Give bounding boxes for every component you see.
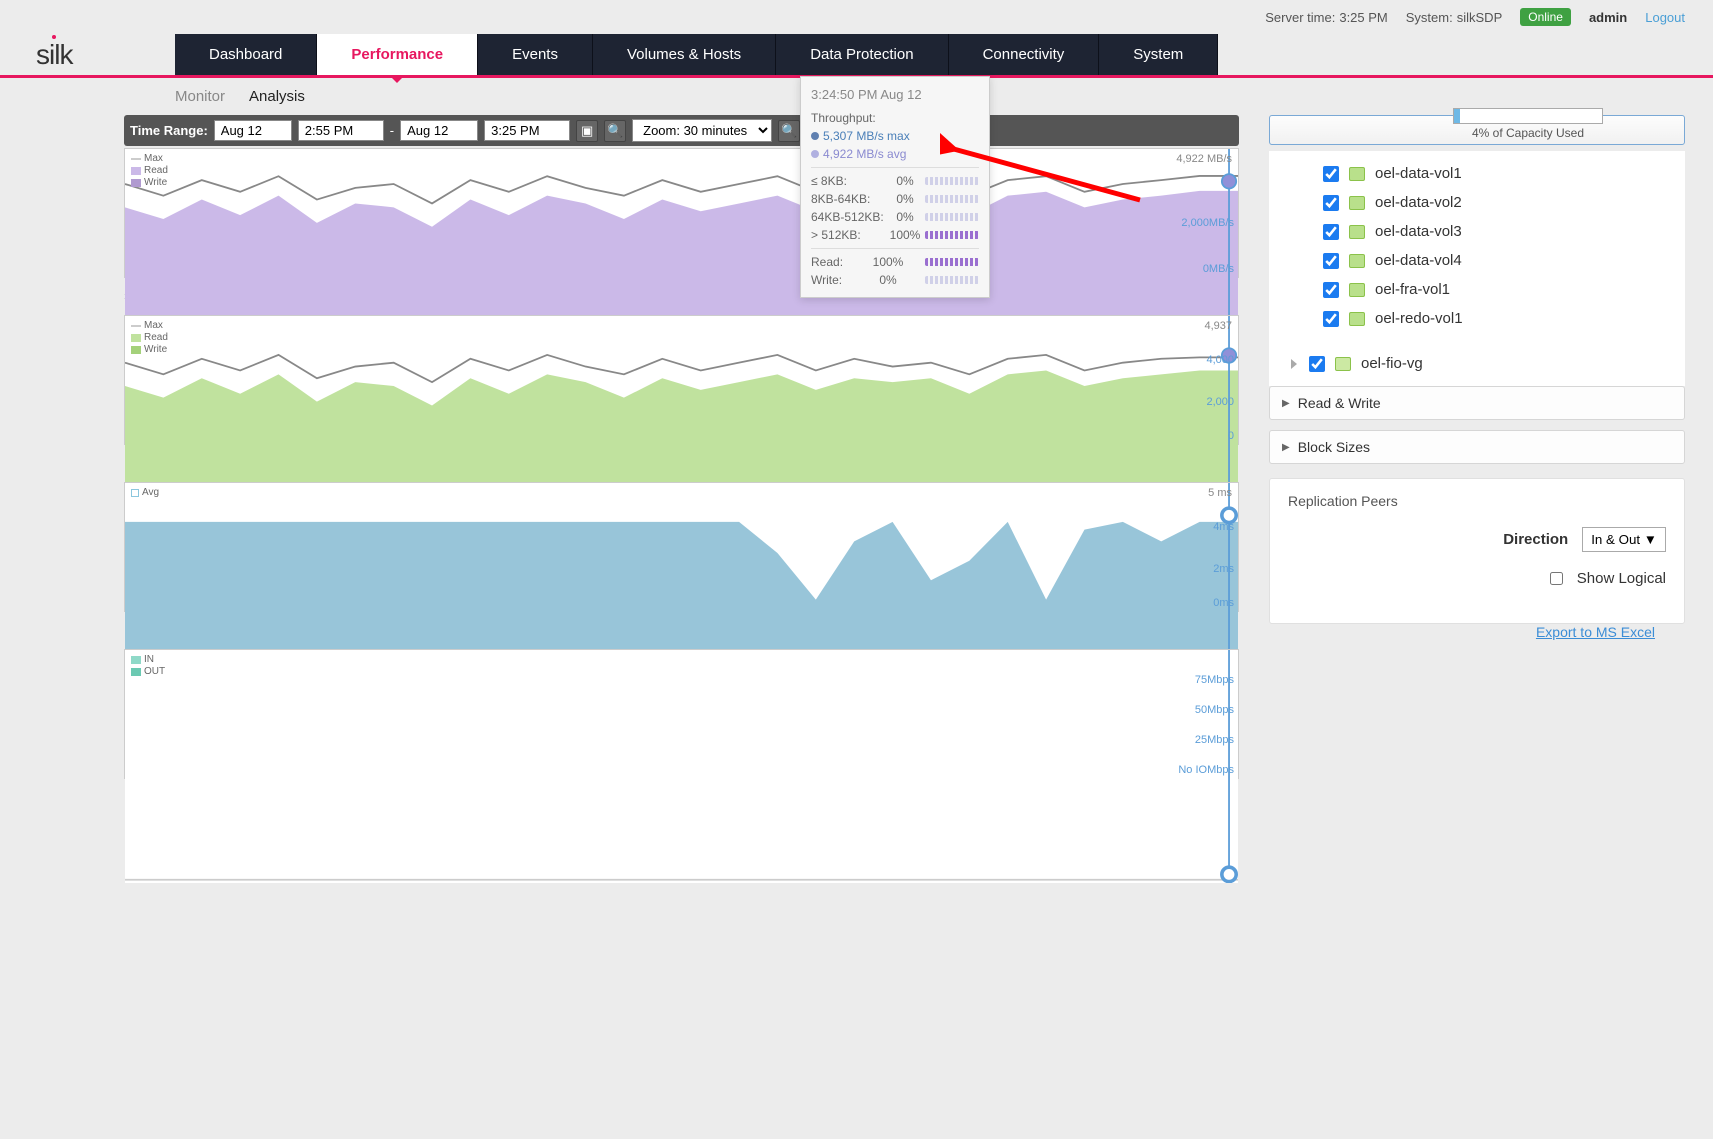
block-sizes-panel[interactable]: Block Sizes <box>1269 430 1685 464</box>
server-time-label: Server time: <box>1265 10 1335 25</box>
volume-checkbox[interactable] <box>1323 253 1339 269</box>
server-time-value: 3:25 PM <box>1339 10 1387 25</box>
bandwidth-legend: IN OUT <box>131 654 165 678</box>
disk-icon <box>1349 167 1365 181</box>
volume-name: oel-data-vol2 <box>1375 194 1462 211</box>
tab-connectivity[interactable]: Connectivity <box>949 34 1100 75</box>
iops-legend: Max Read Write <box>131 320 168 356</box>
volume-checkbox[interactable] <box>1323 224 1339 240</box>
replication-panel: Replication Peers Direction In & Out ▼ S… <box>1269 478 1685 624</box>
direction-select[interactable]: In & Out ▼ <box>1582 527 1666 552</box>
read-write-panel[interactable]: Read & Write <box>1269 386 1685 420</box>
zoom-select[interactable]: Zoom: 30 minutes <box>632 119 772 142</box>
iops-tip: 4,937 <box>1204 320 1232 332</box>
volume-checkbox[interactable] <box>1323 166 1339 182</box>
disk-icon <box>1349 254 1365 268</box>
throughput-legend: Max Read Write <box>131 153 168 189</box>
volume-item[interactable]: oel-data-vol1 <box>1323 159 1685 188</box>
volume-list: oel-data-vol1 oel-data-vol2 oel-data-vol… <box>1269 151 1685 341</box>
direction-label: Direction <box>1503 531 1568 548</box>
latency-legend: Avg <box>131 487 159 499</box>
throughput-chart[interactable]: Max Read Write 4,922 MB/s 2,000MB/s 0MB/… <box>124 148 1239 278</box>
export-row: Export to MS Excel <box>1269 624 1685 640</box>
disk-icon <box>1349 312 1365 326</box>
show-logical-label[interactable]: Show Logical <box>1577 570 1666 587</box>
logout-link[interactable]: Logout <box>1645 10 1685 25</box>
play-button[interactable]: ▣ <box>576 120 598 142</box>
volume-checkbox[interactable] <box>1323 311 1339 327</box>
tooltip-avg: 4,922 MB/s avg <box>811 145 979 163</box>
status-badge: Online <box>1520 8 1571 26</box>
throughput-tip: 4,922 MB/s <box>1176 153 1232 165</box>
capacity-label: 4% of Capacity Used <box>1403 126 1653 140</box>
volume-checkbox[interactable] <box>1323 195 1339 211</box>
subtab-analysis[interactable]: Analysis <box>249 88 305 105</box>
disk-icon <box>1349 196 1365 210</box>
vg-row: oel-fio-vg <box>1269 341 1685 386</box>
volume-name: oel-redo-vol1 <box>1375 310 1463 327</box>
chart-tooltip: 3:24:50 PM Aug 12 Throughput: 5,307 MB/s… <box>800 76 990 298</box>
capacity-widget: 4% of Capacity Used <box>1403 108 1653 140</box>
time-range-label: Time Range: <box>130 123 208 138</box>
vg-checkbox[interactable] <box>1309 356 1325 372</box>
latency-tip: 5 ms <box>1208 487 1232 499</box>
zoom-out-button[interactable]: 🔍 <box>604 120 626 142</box>
latency-chart[interactable]: Avg 5 ms 4ms 2ms 0ms <box>124 482 1239 612</box>
from-time-input[interactable] <box>298 120 384 141</box>
volume-item[interactable]: oel-data-vol3 <box>1323 217 1685 246</box>
top-bar: Server time: 3:25 PM System: silkSDP Onl… <box>0 0 1713 34</box>
header-row: silk DashboardPerformanceEventsVolumes &… <box>0 34 1713 78</box>
tab-dashboard[interactable]: Dashboard <box>175 34 317 75</box>
export-link[interactable]: Export to MS Excel <box>1536 624 1655 640</box>
volume-item[interactable]: oel-fra-vol1 <box>1323 275 1685 304</box>
time-range-bar: Time Range: - ▣ 🔍 Zoom: 30 minutes 🔍 <box>124 115 1239 146</box>
tooltip-max: 5,307 MB/s max <box>811 127 979 145</box>
tab-performance[interactable]: Performance <box>317 34 478 75</box>
tab-events[interactable]: Events <box>478 34 593 75</box>
volume-group-icon <box>1335 357 1351 371</box>
to-date-input[interactable] <box>400 120 478 141</box>
logo: silk <box>0 39 175 71</box>
volume-checkbox[interactable] <box>1323 282 1339 298</box>
tab-volumes-hosts[interactable]: Volumes & Hosts <box>593 34 776 75</box>
iops-chart[interactable]: Max Read Write 4,937 4,000 2,000 0 <box>124 315 1239 445</box>
system-label: System: <box>1406 10 1453 25</box>
show-logical-checkbox[interactable] <box>1550 572 1563 585</box>
tab-system[interactable]: System <box>1099 34 1218 75</box>
main-tabs: DashboardPerformanceEventsVolumes & Host… <box>175 34 1218 75</box>
user-name[interactable]: admin <box>1589 10 1627 25</box>
volume-item[interactable]: oel-data-vol2 <box>1323 188 1685 217</box>
to-time-input[interactable] <box>484 120 570 141</box>
tooltip-timestamp: 3:24:50 PM Aug 12 <box>811 85 979 105</box>
volume-name: oel-data-vol1 <box>1375 165 1462 182</box>
disk-icon <box>1349 283 1365 297</box>
disk-icon <box>1349 225 1365 239</box>
volume-name: oel-fra-vol1 <box>1375 281 1450 298</box>
vg-name[interactable]: oel-fio-vg <box>1361 355 1423 372</box>
from-date-input[interactable] <box>214 120 292 141</box>
replication-title: Replication Peers <box>1288 493 1666 509</box>
expand-icon[interactable] <box>1291 359 1297 369</box>
bandwidth-chart[interactable]: IN OUT 75Mbps 50Mbps 25Mbps No IOMbps <box>124 649 1239 779</box>
volume-item[interactable]: oel-data-vol4 <box>1323 246 1685 275</box>
volume-name: oel-data-vol3 <box>1375 223 1462 240</box>
tooltip-section: Throughput: <box>811 109 979 127</box>
volume-item[interactable]: oel-redo-vol1 <box>1323 304 1685 333</box>
tab-data-protection[interactable]: Data Protection <box>776 34 948 75</box>
system-name: silkSDP <box>1457 10 1503 25</box>
capacity-bar <box>1453 108 1603 124</box>
volume-name: oel-data-vol4 <box>1375 252 1462 269</box>
subtab-monitor[interactable]: Monitor <box>175 88 225 105</box>
zoom-in-button[interactable]: 🔍 <box>778 120 800 142</box>
